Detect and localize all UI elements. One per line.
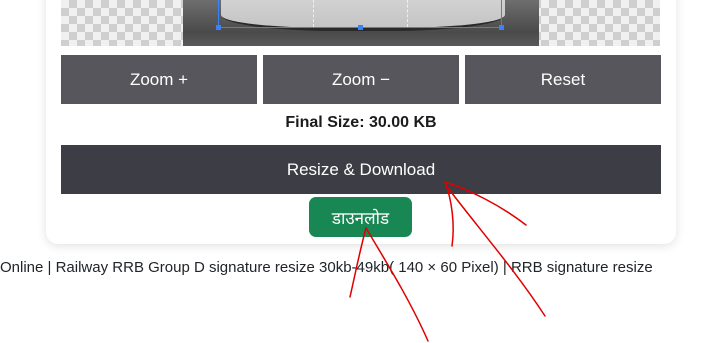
- crop-handle-bottom-right[interactable]: [499, 25, 504, 30]
- crop-guide-line: [407, 0, 408, 27]
- crop-selection-box[interactable]: [216, 0, 504, 30]
- reset-button[interactable]: Reset: [465, 55, 661, 104]
- final-size-label: Final Size: 30.00 KB: [285, 114, 437, 131]
- resize-download-button[interactable]: Resize & Download: [61, 145, 661, 194]
- crop-handle-bottom-center[interactable]: [358, 25, 363, 30]
- crop-guide-line: [313, 0, 314, 27]
- page-caption: Online | Railway RRB Group D signature r…: [0, 259, 653, 276]
- crop-controls: Zoom + Zoom − Reset: [61, 55, 661, 104]
- zoom-out-button[interactable]: Zoom −: [263, 55, 459, 104]
- crop-canvas[interactable]: [61, 0, 660, 46]
- download-button[interactable]: डाउनलोड: [309, 197, 412, 237]
- crop-handle-bottom-left[interactable]: [216, 25, 221, 30]
- annotation-stroke: [365, 227, 429, 342]
- zoom-in-button[interactable]: Zoom +: [61, 55, 257, 104]
